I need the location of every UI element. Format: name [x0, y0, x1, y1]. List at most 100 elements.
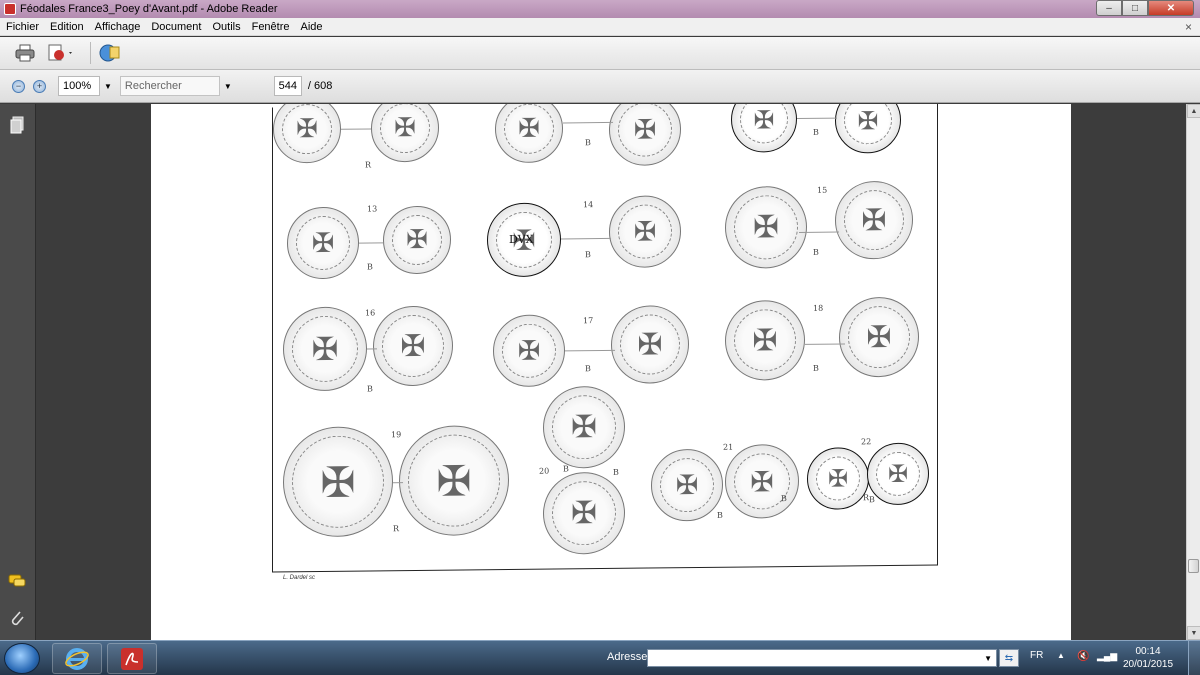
- coin-number-label: 15: [817, 185, 828, 195]
- menu-fenetre[interactable]: Fenêtre: [252, 21, 290, 33]
- zoom-in-button[interactable]: +: [33, 79, 46, 93]
- taskbar-adobe-reader[interactable]: [107, 643, 157, 674]
- coin-number-label: 13: [367, 204, 378, 214]
- window-title: Féodales France3_Poey d'Avant.pdf - Adob…: [20, 3, 278, 15]
- menu-aide[interactable]: Aide: [301, 21, 323, 33]
- menu-edition[interactable]: Edition: [50, 21, 84, 33]
- coin-cross-icon: ✠: [753, 209, 779, 246]
- vertical-scrollbar[interactable]: ▲ ▼: [1186, 104, 1200, 640]
- coin-cross-icon: ✠: [752, 322, 778, 358]
- coin-pair-connector: [563, 121, 613, 124]
- coin-cross-icon: ✠: [750, 464, 774, 498]
- coin-image: ✠: [493, 314, 565, 388]
- title-bar: Féodales France3_Poey d'Avant.pdf - Adob…: [0, 0, 1200, 18]
- minimize-button[interactable]: –: [1096, 0, 1122, 16]
- coin-cross-icon: ✠: [311, 227, 335, 259]
- scrollbar-thumb[interactable]: [1188, 559, 1199, 573]
- system-clock[interactable]: 00:14 20/01/2015: [1118, 645, 1178, 671]
- coin-pair-connector: [799, 231, 839, 233]
- page-total: / 608: [307, 80, 333, 92]
- zoom-input[interactable]: 100%: [58, 76, 100, 96]
- pages-icon[interactable]: [8, 116, 26, 134]
- coin-cross-icon: ✠: [887, 459, 909, 489]
- taskbar-internet-explorer[interactable]: [52, 643, 102, 674]
- coin-image: ✠: [609, 104, 681, 166]
- coin-image: ✠: [835, 104, 901, 154]
- window-controls: – □ ✕: [1096, 0, 1194, 16]
- address-input[interactable]: ▼: [647, 649, 997, 667]
- coin-number-label: 18: [813, 303, 824, 313]
- page-number-input[interactable]: 544: [273, 76, 302, 96]
- search-input[interactable]: Rechercher: [119, 76, 220, 96]
- start-button[interactable]: [4, 643, 40, 674]
- close-button[interactable]: ✕: [1148, 0, 1194, 16]
- metal-mark-label: B: [813, 247, 819, 257]
- volume-muted-icon[interactable]: 🔇: [1077, 651, 1089, 662]
- clock-time: 00:14: [1135, 646, 1161, 657]
- metal-mark-label: R: [393, 524, 400, 534]
- show-desktop-button[interactable]: [1188, 641, 1200, 675]
- attachments-icon[interactable]: [8, 609, 26, 627]
- coin-image: ✠: [273, 104, 341, 164]
- printer-icon: [15, 44, 35, 62]
- coin-image: ✠: [609, 195, 681, 268]
- coin-image: ✠: [283, 426, 393, 538]
- coin-image: ✠: [543, 471, 625, 555]
- menu-affichage[interactable]: Affichage: [95, 21, 141, 33]
- coin-image: ✠: [807, 447, 869, 510]
- navigation-toolbar: − + 100% ▼ Rechercher ▼ 544 / 608: [0, 70, 1200, 103]
- coin-image: ✠: [725, 185, 807, 269]
- collaborate-icon: [99, 44, 120, 62]
- address-go-button[interactable]: ⇆: [999, 649, 1019, 667]
- language-indicator[interactable]: FR: [1030, 650, 1043, 661]
- collaborate-button[interactable]: [97, 41, 123, 65]
- coin-number-label: 17: [583, 316, 594, 326]
- coin-cross-icon: ✠: [296, 114, 318, 145]
- close-document-icon[interactable]: ×: [1185, 20, 1192, 34]
- metal-mark-label: B: [613, 467, 619, 477]
- coin-plate: ✠ ✠ ✠ ✠ ✠ ✠ ✠ ✠ ✠ ✠ ✠ ✠ ✠ ✠ ✠ ✠ ✠ ✠ ✠ ✠ ✠ ✠ ✠ ✠ ✠ ✠ DVX 13 14 15 16 17 1…: [272, 104, 938, 573]
- comments-icon[interactable]: [8, 572, 26, 590]
- coin-cross-icon: ✠: [320, 457, 356, 507]
- coin-pair-connector: [565, 349, 615, 352]
- scroll-down-icon[interactable]: ▼: [1187, 626, 1200, 640]
- coin-legend: DVX: [509, 232, 534, 247]
- coin-pair-connector: [341, 128, 371, 130]
- search-dropdown-icon[interactable]: ▼: [224, 82, 232, 91]
- coin-image: ✠: [867, 442, 929, 506]
- show-hidden-icons-icon[interactable]: ▲: [1057, 651, 1065, 660]
- scroll-up-icon[interactable]: ▲: [1187, 104, 1200, 118]
- address-dropdown-icon[interactable]: ▼: [984, 654, 992, 663]
- adobe-reader-icon: [121, 647, 143, 670]
- metal-mark-label: B: [585, 138, 591, 148]
- menu-document[interactable]: Document: [151, 21, 201, 33]
- print-button[interactable]: [12, 41, 38, 65]
- coin-image: ✠: [283, 306, 367, 392]
- coin-cross-icon: ✠: [436, 455, 472, 506]
- menu-outils[interactable]: Outils: [212, 21, 240, 33]
- create-pdf-button[interactable]: [44, 41, 78, 65]
- coin-number-label: 21: [723, 442, 734, 452]
- metal-mark-label: B: [813, 363, 819, 373]
- metal-mark-label: R: [365, 160, 372, 170]
- coin-number-label: 20: [539, 466, 550, 476]
- coin-image: ✠: [371, 104, 439, 163]
- metal-mark-label: B: [367, 262, 373, 272]
- coin-image: ✠: [383, 205, 451, 275]
- zoom-out-button[interactable]: −: [12, 79, 25, 93]
- coin-image: ✠: [399, 425, 509, 537]
- coin-cross-icon: ✠: [633, 113, 657, 146]
- coin-number-label: 22: [861, 437, 872, 447]
- clock-date: 20/01/2015: [1122, 659, 1174, 670]
- zoom-dropdown-icon[interactable]: ▼: [104, 82, 112, 91]
- coin-image: ✠: [287, 206, 359, 280]
- document-view[interactable]: ✠ ✠ ✠ ✠ ✠ ✠ ✠ ✠ ✠ ✠ ✠ ✠ ✠ ✠ ✠ ✠ ✠ ✠ ✠ ✠ ✠ ✠ ✠ ✠ ✠ ✠ DVX 13 14 15 16 17 1…: [36, 104, 1186, 640]
- coin-cross-icon: ✠: [866, 319, 892, 355]
- menu-fichier[interactable]: Fichier: [6, 21, 39, 33]
- main-toolbar: [0, 37, 1200, 70]
- metal-mark-label: B: [563, 464, 569, 474]
- coin-cross-icon: ✠: [311, 329, 339, 369]
- maximize-button[interactable]: □: [1122, 0, 1148, 16]
- internet-explorer-icon: [65, 647, 89, 670]
- network-signal-icon[interactable]: ▂▄▆: [1097, 651, 1117, 662]
